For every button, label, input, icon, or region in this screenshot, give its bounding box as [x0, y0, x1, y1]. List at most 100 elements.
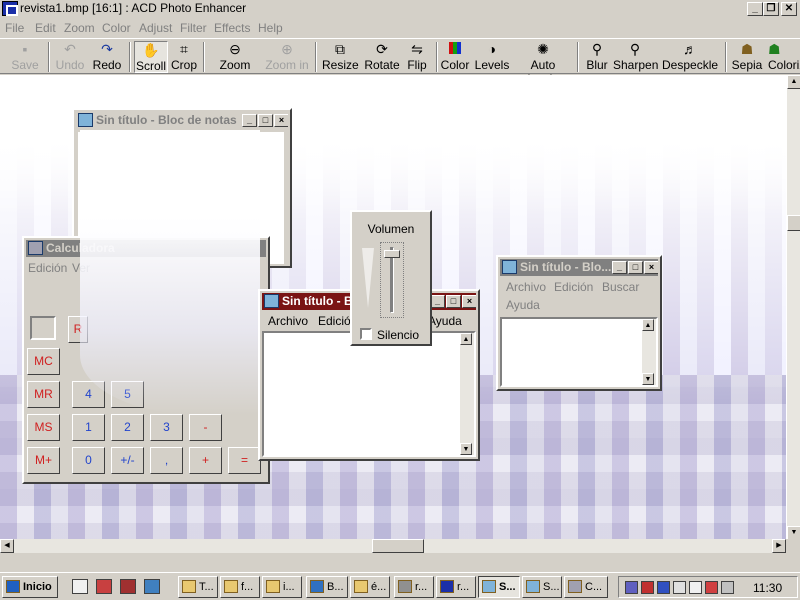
notepad2-menu-search[interactable]: Buscar: [602, 280, 639, 294]
tray-icon-7[interactable]: [721, 581, 734, 594]
notepad2-menu-edit[interactable]: Edición: [554, 280, 593, 294]
calc-plus-button[interactable]: +: [189, 447, 222, 474]
calc-3-button[interactable]: 3: [150, 414, 183, 441]
calc-minus-button[interactable]: -: [189, 414, 222, 441]
tray-icon-1[interactable]: [625, 581, 638, 594]
volume-slider[interactable]: [380, 242, 404, 318]
notepad-text-area[interactable]: ▲ ▼: [262, 331, 476, 457]
calc-quicklaunch-icon[interactable]: [144, 579, 160, 594]
scroll-tool-button[interactable]: ✋ Scroll: [134, 41, 168, 73]
calc-2-button[interactable]: 2: [111, 414, 144, 441]
horizontal-scroll-thumb[interactable]: [372, 539, 424, 553]
calc-sign-button[interactable]: +/-: [111, 447, 144, 474]
calc-decimal-button[interactable]: ,: [150, 447, 183, 474]
crop-button[interactable]: ⌗ Crop: [170, 41, 198, 73]
desktop-quicklaunch-icon[interactable]: [96, 579, 112, 594]
notepad2-menu-help[interactable]: Ayuda: [506, 298, 540, 312]
shield-icon[interactable]: [641, 581, 654, 594]
mute-checkbox[interactable]: [360, 328, 372, 340]
redo-button[interactable]: ↷ Redo: [90, 41, 124, 73]
scroll-right-icon[interactable]: ▶: [772, 539, 786, 553]
task-button-5[interactable]: é...: [350, 576, 390, 598]
calc-equals-button[interactable]: =: [228, 447, 261, 474]
vertical-scroll-thumb[interactable]: [787, 215, 800, 231]
zoom-out-button[interactable]: ⊖Zoom out: [210, 41, 260, 86]
calc-mr-button[interactable]: MR: [27, 381, 60, 408]
despeckle-button[interactable]: ♬ Despeckle: [662, 41, 718, 73]
color-button[interactable]: Color: [440, 41, 470, 73]
auto-levels-button[interactable]: ✺Auto levels: [514, 41, 572, 86]
resize-button[interactable]: ⧉ Resize: [322, 41, 359, 73]
calc-menu-edit[interactable]: Edición: [28, 261, 67, 275]
minimize-icon[interactable]: _: [747, 2, 763, 16]
maximize-icon[interactable]: □: [258, 114, 273, 127]
restore-icon[interactable]: ❐: [763, 2, 779, 16]
canvas-vertical-scrollbar[interactable]: ▲ ▼: [786, 75, 800, 540]
volume-popup[interactable]: Volumen Silencio: [350, 210, 432, 346]
app-quicklaunch-icon[interactable]: [120, 579, 136, 594]
notepad-vscroll[interactable]: ▲ ▼: [460, 333, 474, 455]
minimize-icon[interactable]: _: [612, 261, 627, 274]
task-button-7[interactable]: r...: [436, 576, 476, 598]
clock[interactable]: 11:30: [753, 581, 782, 595]
close-icon[interactable]: ✕: [781, 2, 797, 16]
scroll-down-icon[interactable]: ▼: [642, 373, 654, 385]
close-icon[interactable]: ×: [644, 261, 658, 274]
menu-color[interactable]: Color: [102, 21, 131, 35]
notepad2-menu-file[interactable]: Archivo: [506, 280, 546, 294]
maximize-icon[interactable]: □: [628, 261, 643, 274]
close-icon[interactable]: ×: [274, 114, 288, 127]
colorize-button[interactable]: ☗Coloriz: [768, 41, 800, 73]
notepad-right-text-area[interactable]: ▲ ▼: [500, 317, 658, 387]
close-icon[interactable]: ×: [462, 295, 476, 308]
sepia-button[interactable]: ☗ Sepia: [731, 41, 763, 73]
save-button[interactable]: ▪ Save: [6, 41, 44, 73]
task-button-4[interactable]: B...: [306, 576, 348, 598]
tray-icon-5[interactable]: [689, 581, 702, 594]
tray-icon-6[interactable]: [705, 581, 718, 594]
task-button-9[interactable]: S...: [522, 576, 562, 598]
task-button-8-active[interactable]: S...: [478, 576, 520, 598]
notepad-menu-help[interactable]: Ayuda: [428, 314, 462, 328]
task-button-10[interactable]: C...: [564, 576, 608, 598]
calc-0-button[interactable]: 0: [72, 447, 105, 474]
image-canvas[interactable]: Sin título - Bloc de notas _□× Calculado…: [0, 75, 786, 540]
calc-1-button[interactable]: 1: [72, 414, 105, 441]
scroll-down-icon[interactable]: ▼: [460, 443, 472, 455]
menu-help[interactable]: Help: [258, 21, 283, 35]
scroll-up-icon[interactable]: ▲: [642, 319, 654, 331]
sharpen-button[interactable]: ⚲ Sharpen: [613, 41, 658, 73]
task-button-2[interactable]: f...: [220, 576, 260, 598]
calc-mc-button[interactable]: MC: [27, 348, 60, 375]
scroll-down-icon[interactable]: ▼: [787, 526, 800, 540]
menu-edit[interactable]: Edit: [35, 21, 56, 35]
menu-filter[interactable]: Filter: [180, 21, 207, 35]
volume-slider-thumb[interactable]: [384, 250, 400, 259]
undo-button[interactable]: ↶ Undo: [52, 41, 88, 73]
menu-adjust[interactable]: Adjust: [139, 21, 172, 35]
menu-effects[interactable]: Effects: [214, 21, 250, 35]
menu-zoom[interactable]: Zoom: [64, 21, 95, 35]
app-icon[interactable]: [2, 1, 18, 16]
start-button[interactable]: Inicio: [2, 576, 58, 598]
speaker-icon[interactable]: [673, 581, 686, 594]
task-button-3[interactable]: i...: [262, 576, 302, 598]
scroll-left-icon[interactable]: ◀: [0, 539, 14, 553]
zoom-in-button[interactable]: ⊕ Zoom in: [265, 41, 309, 73]
flip-button[interactable]: ⇋ Flip: [404, 41, 430, 73]
minimize-icon[interactable]: _: [242, 114, 257, 127]
blur-button[interactable]: ⚲ Blur: [583, 41, 611, 73]
rotate-button[interactable]: ⟳ Rotate: [364, 41, 400, 73]
canvas-horizontal-scrollbar[interactable]: ◀ ▶: [0, 539, 786, 553]
notepad-right-window[interactable]: Sin título - Blo... _ □ × Archivo Edición …: [496, 255, 662, 391]
minimize-icon[interactable]: _: [430, 295, 445, 308]
scroll-up-icon[interactable]: ▲: [787, 75, 800, 89]
tray-icon-3[interactable]: [657, 581, 670, 594]
notepad-menu-file[interactable]: Archivo: [268, 314, 308, 328]
levels-button[interactable]: ◑ Levels: [474, 41, 510, 73]
calc-ms-button[interactable]: MS: [27, 414, 60, 441]
task-button-1[interactable]: T...: [178, 576, 218, 598]
task-button-6[interactable]: r...: [394, 576, 434, 598]
maximize-icon[interactable]: □: [446, 295, 461, 308]
scroll-up-icon[interactable]: ▲: [460, 333, 472, 345]
